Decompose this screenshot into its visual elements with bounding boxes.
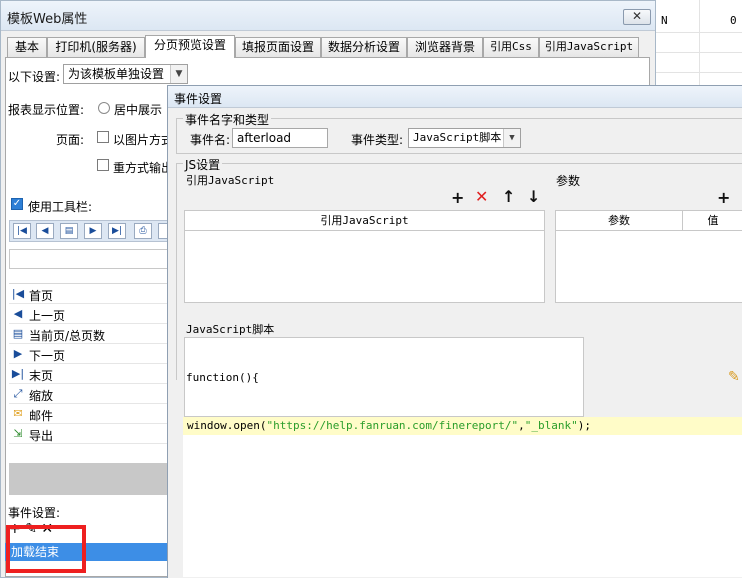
redraw-option-label: 重方式输出 [113, 161, 174, 175]
value-column-header: 值 [683, 211, 742, 231]
column-header-o: 0 [730, 14, 737, 27]
toolbar-empty-row [9, 249, 169, 269]
list-item[interactable]: ▶ 下一页 [9, 344, 169, 364]
chevron-down-icon: ▼ [503, 129, 520, 147]
code-target-string: "_blank" [524, 419, 578, 432]
code-call: window.open( [187, 419, 267, 432]
mail-icon: ✉ [13, 407, 23, 420]
list-item[interactable]: ✉ 邮件 [9, 404, 169, 424]
event-settings-label: 事件设置: [8, 506, 61, 520]
list-footer [9, 463, 169, 495]
ref-js-label: 引用JavaScript [186, 174, 275, 187]
params-label: 参数 [556, 174, 581, 188]
page-label: 页面: [56, 133, 85, 147]
last-page-icon: ▶| [11, 367, 25, 380]
code-separator: , [518, 419, 525, 432]
highlight-box [6, 525, 86, 573]
column-header-n: N [661, 14, 668, 27]
use-toolbar-label: 使用工具栏: [28, 200, 93, 214]
picture-option-label: 以图片方式 [113, 133, 174, 147]
add-param-icon[interactable]: + [717, 190, 730, 206]
list-item[interactable]: ▶| 末页 [9, 364, 169, 384]
event-name-input[interactable]: afterload [232, 128, 328, 148]
editor-gutter [175, 380, 183, 578]
settings-select[interactable]: 为该模板单独设置 ▼ [63, 64, 188, 84]
chevron-down-icon: ▼ [170, 65, 187, 83]
prev-page-icon: ◀ [13, 307, 23, 320]
event-type-label: 事件类型: [351, 133, 404, 147]
code-url-string: "https://help.fanruan.com/finereport/" [266, 419, 519, 432]
center-radio[interactable] [98, 102, 110, 114]
next-page-icon[interactable]: ▶ [84, 223, 102, 239]
list-item-label: 邮件 [29, 409, 54, 423]
use-toolbar-checkbox[interactable]: ✓ [11, 198, 23, 210]
brush-icon[interactable]: ✎ [728, 369, 740, 385]
list-item[interactable]: |◀ 首页 [9, 284, 169, 304]
tab-fill-page[interactable]: 填报页面设置 [235, 37, 321, 57]
page-count-icon: ▤ [12, 327, 24, 340]
params-column-header: 参数 [556, 211, 683, 231]
export-icon: ⇲ [13, 427, 23, 440]
dialog-title-bar: 事件设置 [168, 86, 742, 108]
first-page-icon[interactable]: |◀ [13, 223, 31, 239]
function-text: function(){ [186, 371, 259, 384]
close-button[interactable]: ✕ [623, 9, 651, 25]
list-item-label: 上一页 [29, 309, 66, 323]
prev-page-icon[interactable]: ◀ [36, 223, 54, 239]
event-type-select[interactable]: JavaScript脚本 ▼ [408, 128, 521, 148]
code-suffix: ); [577, 419, 592, 432]
list-item-label: 缩放 [29, 389, 54, 403]
list-item-label: 末页 [29, 369, 54, 383]
function-header-box: function(){ [184, 337, 584, 417]
list-item[interactable]: ◀ 上一页 [9, 304, 169, 324]
arrow-down-icon[interactable]: ↓ [527, 189, 540, 205]
code-line-1[interactable]: window.open("https://help.fanruan.com/fi… [183, 417, 742, 435]
tab-page-preview[interactable]: 分页预览设置 [145, 35, 235, 58]
window-title: 模板Web属性 [7, 12, 88, 27]
list-item-label: 首页 [29, 289, 54, 303]
toolbar-item-list: |◀ 首页 ◀ 上一页 ▤ 当前页/总页数 ▶ 下一页 ▶| 末页 ⤢ 缩放 ✉ 邮件 ⇲ 导出 [9, 283, 169, 444]
list-item[interactable]: ⤢ 缩放 [9, 384, 169, 404]
picture-checkbox[interactable] [97, 131, 109, 143]
ref-js-column-header: 引用JavaScript [185, 211, 544, 231]
tab-browser-bg[interactable]: 浏览器背景 [407, 37, 483, 57]
add-icon[interactable]: + [451, 190, 464, 206]
list-item[interactable]: ⇲ 导出 [9, 424, 169, 444]
list-item-label: 当前页/总页数 [29, 329, 106, 343]
list-item-label: 下一页 [29, 349, 66, 363]
tab-printer[interactable]: 打印机(服务器) [47, 37, 145, 57]
last-page-icon[interactable]: ▶| [108, 223, 126, 239]
javascript-editor[interactable]: window.open("https://help.fanruan.com/fi… [183, 417, 742, 577]
delete-icon[interactable]: ✕ [475, 189, 488, 205]
js-settings-legend: JS设置 [183, 156, 223, 173]
tab-css[interactable]: 引用Css [483, 37, 539, 57]
zoom-icon: ⤢ [13, 387, 23, 400]
event-name-label: 事件名: [190, 133, 231, 147]
settings-select-value: 为该模板单独设置 [68, 67, 165, 81]
ref-js-table: 引用JavaScript [184, 210, 545, 303]
params-table: 参数 值 [555, 210, 742, 303]
event-type-value: JavaScript脚本 [413, 131, 502, 144]
list-item[interactable]: ▤ 当前页/总页数 [9, 324, 169, 344]
list-item-label: 导出 [29, 429, 54, 443]
name-type-legend: 事件名字和类型 [183, 111, 272, 128]
page-count-icon[interactable]: ▤ [60, 223, 78, 239]
report-position-label: 报表显示位置: [8, 103, 85, 117]
toolbar-preview: |◀ ◀ ▤ ▶ ▶| ⎙ [9, 220, 169, 242]
script-label: JavaScript脚本 [186, 323, 275, 336]
arrow-up-icon[interactable]: ↑ [502, 189, 515, 205]
title-bar: 模板Web属性 ✕ [1, 1, 655, 31]
dialog-title: 事件设置 [174, 92, 223, 106]
tab-javascript[interactable]: 引用JavaScript [539, 37, 639, 57]
redraw-checkbox[interactable] [97, 159, 109, 171]
settings-label: 以下设置: [8, 70, 61, 84]
center-label: 居中展示 [114, 103, 163, 117]
tab-basic[interactable]: 基本 [7, 37, 47, 57]
first-page-icon: |◀ [11, 287, 25, 300]
tab-data-analysis[interactable]: 数据分析设置 [321, 37, 407, 57]
print-icon[interactable]: ⎙ [134, 223, 152, 239]
next-page-icon: ▶ [13, 347, 23, 360]
